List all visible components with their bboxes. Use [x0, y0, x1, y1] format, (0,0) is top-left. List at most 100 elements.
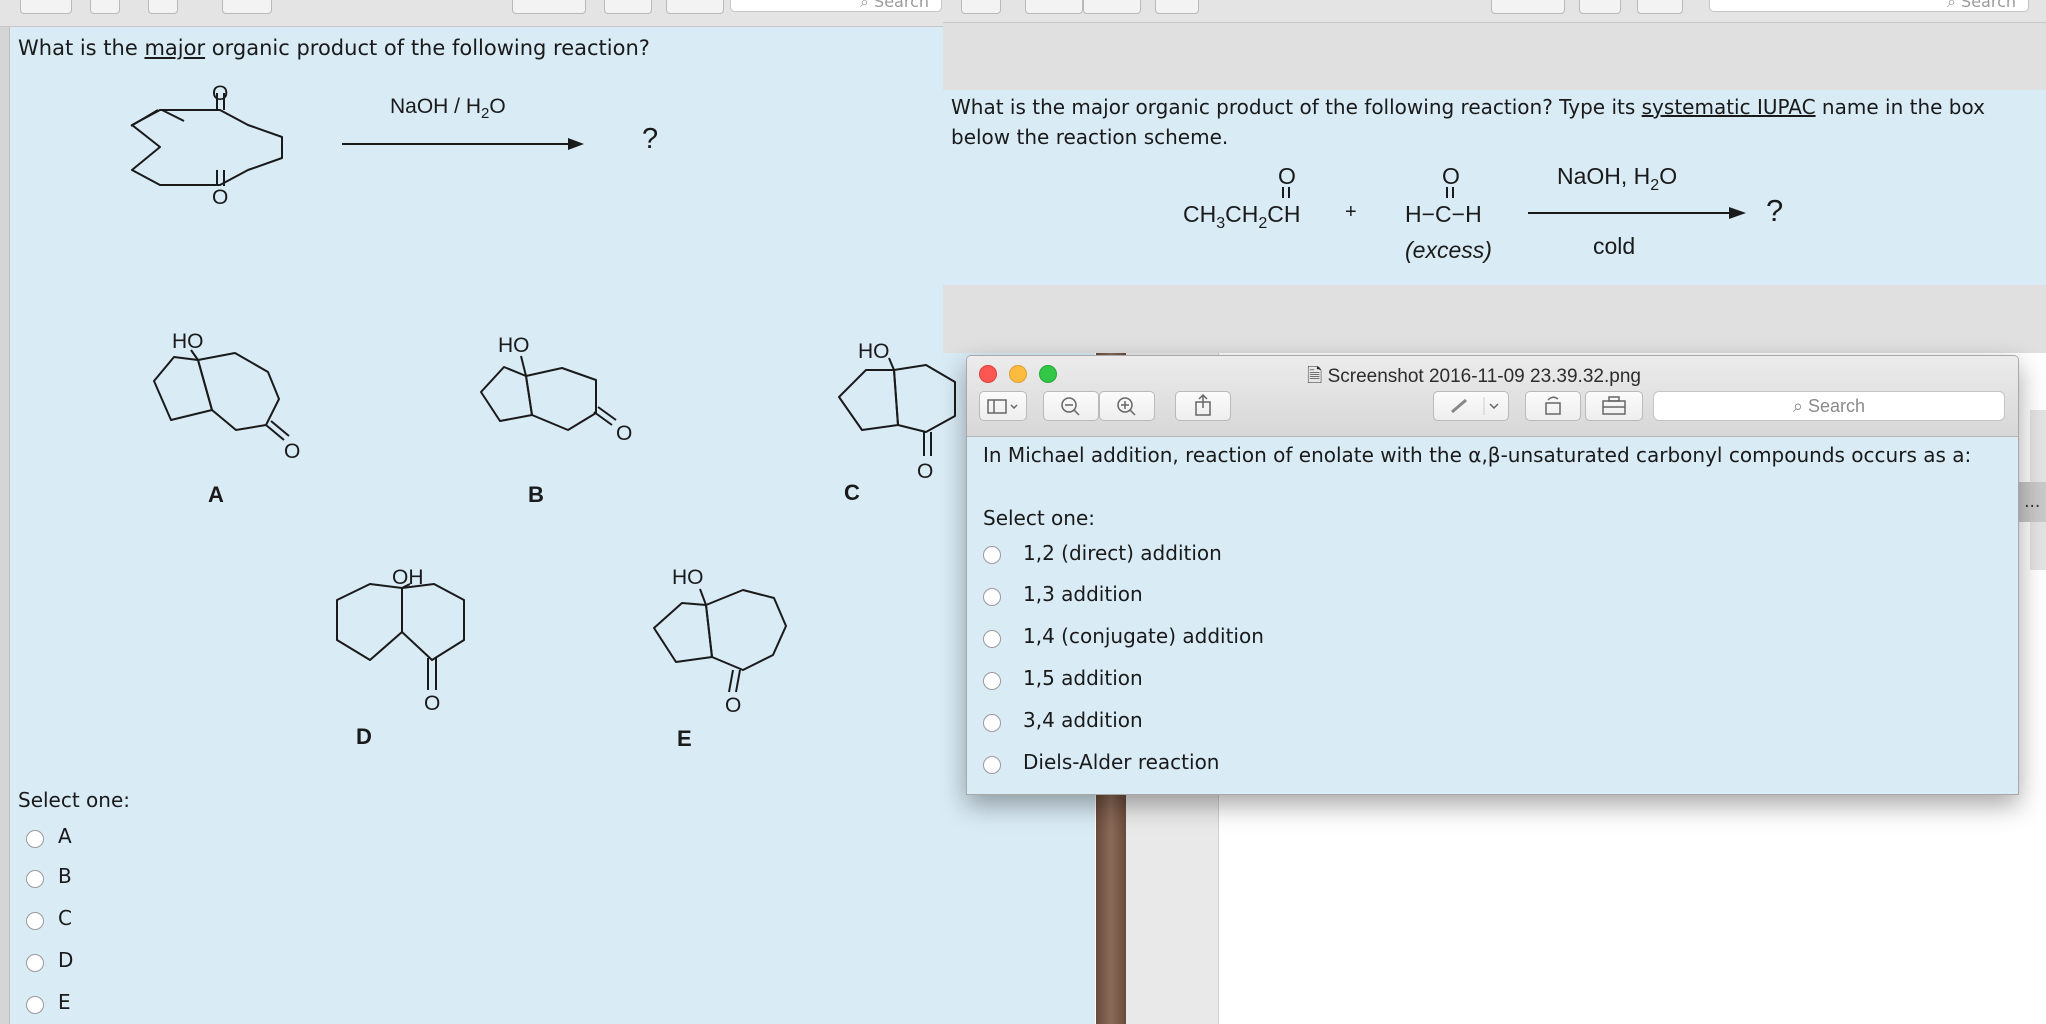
- pen-icon: [1451, 397, 1499, 415]
- radio-option-5[interactable]: [983, 714, 1001, 732]
- rotate-button-2[interactable]: [1579, 0, 1621, 14]
- search-input-3[interactable]: ⌕ Search: [1653, 391, 2005, 421]
- structure-E-five-ring: [653, 602, 713, 663]
- top-right-window-margin: [943, 23, 2046, 90]
- radio-option-c[interactable]: [26, 912, 44, 930]
- select-one-label-3: Select one:: [983, 506, 1096, 530]
- option-label-b: B: [58, 864, 72, 888]
- radio-option-3[interactable]: [983, 630, 1001, 648]
- option-label-3: 1,4 (conjugate) addition: [1023, 624, 1264, 648]
- document-icon: 🗎: [1307, 366, 1328, 387]
- option-label-4: 1,5 addition: [1023, 666, 1143, 690]
- reactant2-oxygen: O: [1442, 163, 1460, 189]
- structure-A-seven-ring: [197, 352, 280, 431]
- reactant1-formula: CH3CH2CH: [1183, 201, 1301, 232]
- reactant-ring: [131, 109, 283, 186]
- share-button-3[interactable]: [1175, 391, 1231, 421]
- sidebar-toggle-button-2[interactable]: [961, 0, 1001, 14]
- search-placeholder-2: Search: [1961, 0, 2016, 11]
- minimize-window-button[interactable]: [1009, 365, 1027, 383]
- structure-D-ring-right: [401, 583, 465, 661]
- option-label-d: D: [58, 948, 74, 972]
- toolbox-icon: [1602, 396, 1626, 415]
- structure-A-substituent: HO: [172, 330, 204, 353]
- zoom-in-icon: [1117, 397, 1136, 416]
- structure-D-substituent: OH: [392, 566, 424, 589]
- question-text-2: What is the major organic product of the…: [951, 95, 1985, 149]
- radio-option-b[interactable]: [26, 870, 44, 888]
- zoom-out-button-2[interactable]: [1025, 0, 1083, 14]
- structure-C-five-ring: [838, 369, 899, 431]
- option-label-2: 1,3 addition: [1023, 582, 1143, 606]
- structure-B-carbonyl: O: [616, 422, 632, 445]
- zoom-in-button-2[interactable]: [1083, 0, 1141, 14]
- window-title: 🗎 Screenshot 2016-11-09 23.39.32.png: [1307, 366, 1641, 387]
- zoom-in-button-3[interactable]: [1099, 391, 1155, 421]
- product-question-mark-2: ?: [1766, 193, 1783, 228]
- structure-E-carbonyl: O: [725, 694, 741, 717]
- structure-C-six-ring: [893, 364, 956, 433]
- zoom-out-icon: [1061, 397, 1080, 416]
- conditions-label: cold: [1593, 233, 1635, 259]
- structure-C-label: C: [844, 480, 860, 505]
- question-text-3: In Michael addition, reaction of enolate…: [983, 443, 1972, 467]
- search-placeholder-3: Search: [1808, 396, 1866, 416]
- option-label-6: Diels-Alder reaction: [1023, 750, 1220, 774]
- radio-option-4[interactable]: [983, 672, 1001, 690]
- option-label-5: 3,4 addition: [1023, 708, 1143, 732]
- structure-A-carbonyl: O: [284, 440, 300, 463]
- option-label-1: 1,2 (direct) addition: [1023, 541, 1222, 565]
- reactant1-oxygen: O: [1278, 163, 1296, 189]
- radio-option-e[interactable]: [26, 996, 44, 1014]
- sidebar-icon: [987, 399, 1018, 414]
- radio-option-d[interactable]: [26, 954, 44, 972]
- radio-option-a[interactable]: [26, 830, 44, 848]
- plus-sign: +: [1345, 201, 1357, 223]
- structure-D-carbonyl: O: [424, 692, 440, 715]
- option-label-e: E: [58, 990, 71, 1014]
- select-one-label: Select one:: [18, 788, 131, 812]
- sidebar-toggle-button-3[interactable]: [979, 391, 1027, 421]
- structure-B-five-ring: [480, 366, 533, 422]
- reactant-oxygen-bottom: O: [212, 186, 228, 209]
- top-right-window-toolbar: ⌕ Search: [943, 0, 2046, 23]
- structure-B-substituent: HO: [498, 334, 530, 357]
- rotate-button-3[interactable]: [1525, 391, 1581, 421]
- toolbox-button-2[interactable]: [1637, 0, 1683, 14]
- option-label-c: C: [58, 906, 72, 930]
- structure-D-label: D: [356, 724, 372, 749]
- reagent-label: NaOH / H2O: [390, 95, 506, 122]
- left-reaction-scheme: O O NaOH / H2O ? HO O HO O HO O OH O HO …: [130, 82, 956, 717]
- structure-E-substituent: HO: [672, 566, 704, 589]
- rotate-icon: [1545, 396, 1561, 415]
- structure-E-label: E: [677, 726, 692, 751]
- share-button-2[interactable]: [1155, 0, 1199, 14]
- structure-A-label: A: [208, 482, 224, 507]
- radio-option-6[interactable]: [983, 756, 1001, 774]
- structure-B-label: B: [528, 482, 544, 507]
- radio-option-2[interactable]: [983, 588, 1001, 606]
- toolbox-button-3[interactable]: [1585, 391, 1643, 421]
- structure-D-ring-left: [336, 583, 403, 661]
- share-icon: [1195, 393, 1211, 416]
- window-titlebar: 🗎 Screenshot 2016-11-09 23.39.32.png ⌕ S…: [967, 356, 2018, 437]
- structure-C-substituent: HO: [858, 340, 890, 363]
- structure-A-five-ring: [153, 356, 213, 421]
- product-question-mark: ?: [642, 123, 658, 155]
- search-input-2[interactable]: ⌕ Search: [1709, 0, 2029, 12]
- structure-B-six-ring: [525, 367, 597, 431]
- markup-button-3[interactable]: [1433, 391, 1509, 421]
- aldol-reaction-scheme: O CH3CH2CH + O H−C−H (excess) NaOH, H2O …: [1183, 163, 1783, 263]
- front-preview-window: 🗎 Screenshot 2016-11-09 23.39.32.png ⌕ S…: [966, 355, 2019, 795]
- option-label-a: A: [58, 824, 72, 848]
- radio-option-1[interactable]: [983, 546, 1001, 564]
- reactant2-note: (excess): [1405, 237, 1492, 263]
- close-window-button[interactable]: [979, 365, 997, 383]
- markup-button-2[interactable]: [1491, 0, 1565, 14]
- zoom-window-button[interactable]: [1039, 365, 1057, 383]
- top-right-window-margin-bottom: [943, 285, 2046, 353]
- iupac-link[interactable]: systematic IUPAC: [1642, 95, 1816, 119]
- reactant2-formula: H−C−H: [1405, 201, 1482, 227]
- zoom-out-button-3[interactable]: [1043, 391, 1099, 421]
- reactant-oxygen-top: O: [212, 82, 228, 105]
